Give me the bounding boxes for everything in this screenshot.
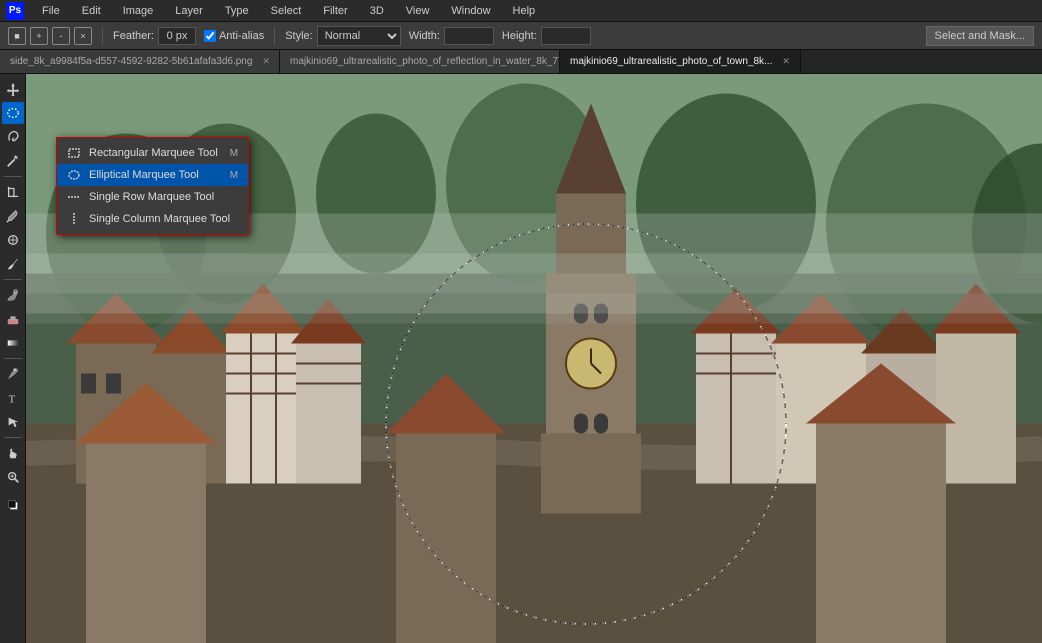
- style-group: Style: Normal Fixed Ratio Fixed Size: [285, 26, 401, 46]
- menu-type[interactable]: Type: [221, 3, 253, 19]
- separator-1: [4, 176, 22, 177]
- tab-2[interactable]: majkinio69_ultrarealistic_photo_of_refle…: [280, 50, 560, 74]
- magic-wand-tool[interactable]: [2, 150, 24, 172]
- tab-1-label: side_8k_a9984f5a-d557-4592-9282-5b61afaf…: [10, 56, 252, 67]
- fg-bg-colors[interactable]: [2, 494, 24, 516]
- menu-bar: Ps File Edit Image Layer Type Select Fil…: [0, 0, 1042, 22]
- separator-4: [4, 437, 22, 438]
- width-label: Width:: [409, 30, 440, 42]
- feather-label: Feather:: [113, 30, 154, 42]
- gradient-tool[interactable]: [2, 332, 24, 354]
- divider-1: [102, 27, 103, 45]
- popup-single-row-marquee-label: Single Row Marquee Tool: [89, 191, 230, 203]
- type-tool[interactable]: T: [2, 387, 24, 409]
- left-toolbar: T: [0, 74, 26, 643]
- antialias-group: Anti-alias: [204, 30, 264, 42]
- eraser-tool[interactable]: [2, 308, 24, 330]
- separator-2: [4, 279, 22, 280]
- tool-popup: Rectangular Marquee Tool M Elliptical Ma…: [56, 137, 249, 235]
- menu-3d[interactable]: 3D: [366, 3, 388, 19]
- svg-text:T: T: [8, 394, 15, 405]
- popup-elliptical-marquee-label: Elliptical Marquee Tool: [89, 169, 222, 181]
- width-input[interactable]: [444, 27, 494, 45]
- single-col-marquee-icon: [67, 212, 81, 226]
- zoom-tool[interactable]: [2, 466, 24, 488]
- menu-filter[interactable]: Filter: [319, 3, 351, 19]
- tab-3-label: majkinio69_ultrarealistic_photo_of_town_…: [570, 56, 772, 67]
- menu-layer[interactable]: Layer: [171, 3, 207, 19]
- menu-help[interactable]: Help: [509, 3, 540, 19]
- menu-edit[interactable]: Edit: [78, 3, 105, 19]
- path-select-tool[interactable]: [2, 411, 24, 433]
- feather-input[interactable]: [158, 27, 196, 45]
- canvas-area[interactable]: Rectangular Marquee Tool M Elliptical Ma…: [26, 74, 1042, 643]
- antialias-checkbox[interactable]: [204, 30, 216, 42]
- crop-tool[interactable]: [2, 181, 24, 203]
- menu-window[interactable]: Window: [447, 3, 494, 19]
- lasso-tool[interactable]: [2, 126, 24, 148]
- pen-tool[interactable]: [2, 363, 24, 385]
- popup-rect-marquee[interactable]: Rectangular Marquee Tool M: [57, 142, 248, 164]
- feather-group: Feather:: [113, 27, 196, 45]
- popup-single-col-marquee[interactable]: Single Column Marquee Tool: [57, 208, 248, 230]
- divider-2: [274, 27, 275, 45]
- add-selection-btn[interactable]: +: [30, 27, 48, 45]
- select-and-mask-button[interactable]: Select and Mask...: [926, 26, 1035, 46]
- clone-stamp-tool[interactable]: [2, 284, 24, 306]
- tab-1[interactable]: side_8k_a9984f5a-d557-4592-9282-5b61afaf…: [0, 50, 280, 74]
- menu-select[interactable]: Select: [267, 3, 306, 19]
- menu-image[interactable]: Image: [119, 3, 158, 19]
- subtract-selection-btn[interactable]: -: [52, 27, 70, 45]
- menu-view[interactable]: View: [402, 3, 434, 19]
- antialias-label: Anti-alias: [204, 30, 264, 42]
- height-group: Height:: [502, 27, 591, 45]
- tab-1-close[interactable]: ✕: [262, 56, 270, 67]
- separator-3: [4, 358, 22, 359]
- popup-elliptical-marquee[interactable]: Elliptical Marquee Tool M: [57, 164, 248, 186]
- height-label: Height:: [502, 30, 537, 42]
- popup-single-row-marquee[interactable]: Single Row Marquee Tool: [57, 186, 248, 208]
- antialias-text: Anti-alias: [219, 30, 264, 42]
- popup-elliptical-marquee-shortcut: M: [230, 170, 238, 181]
- width-group: Width:: [409, 27, 494, 45]
- style-label: Style:: [285, 30, 313, 42]
- selection-mode-group: ■ + - ×: [8, 27, 92, 45]
- tab-2-label: majkinio69_ultrarealistic_photo_of_refle…: [290, 56, 560, 67]
- healing-tool[interactable]: [2, 229, 24, 251]
- single-row-marquee-icon: [67, 190, 81, 204]
- app-logo: Ps: [6, 2, 24, 20]
- brush-tool[interactable]: [2, 253, 24, 275]
- popup-rect-marquee-shortcut: M: [230, 148, 238, 159]
- main-area: T: [0, 74, 1042, 643]
- new-selection-btn[interactable]: ■: [8, 27, 26, 45]
- hand-tool[interactable]: [2, 442, 24, 464]
- height-input[interactable]: [541, 27, 591, 45]
- options-bar: ■ + - × Feather: Anti-alias Style: Norma…: [0, 22, 1042, 50]
- popup-single-col-marquee-label: Single Column Marquee Tool: [89, 213, 230, 225]
- move-tool[interactable]: [2, 78, 24, 100]
- elliptical-marquee-icon: [67, 168, 81, 182]
- menu-file[interactable]: File: [38, 3, 64, 19]
- popup-rect-marquee-label: Rectangular Marquee Tool: [89, 147, 222, 159]
- marquee-tool[interactable]: [2, 102, 24, 124]
- tab-3[interactable]: majkinio69_ultrarealistic_photo_of_town_…: [560, 50, 801, 74]
- eyedropper-tool[interactable]: [2, 205, 24, 227]
- style-select[interactable]: Normal Fixed Ratio Fixed Size: [317, 26, 401, 46]
- tab-3-close[interactable]: ✕: [782, 56, 790, 67]
- intersect-selection-btn[interactable]: ×: [74, 27, 92, 45]
- rect-marquee-icon: [67, 146, 81, 160]
- tabs-bar: side_8k_a9984f5a-d557-4592-9282-5b61afaf…: [0, 50, 1042, 74]
